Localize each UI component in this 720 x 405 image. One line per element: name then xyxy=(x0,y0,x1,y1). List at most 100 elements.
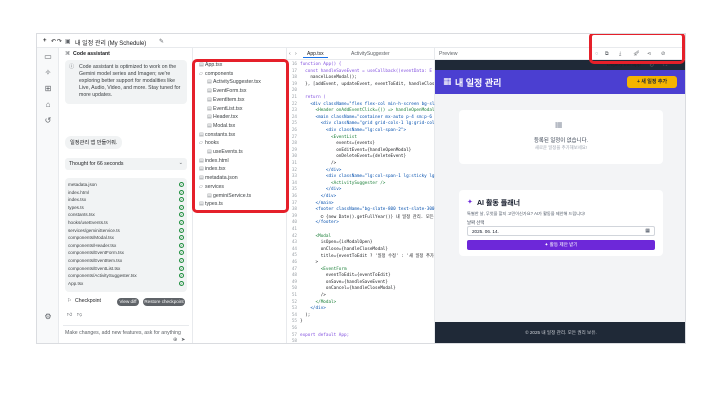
attach-icon[interactable]: ⊕ xyxy=(173,337,177,343)
check-icon: ✓ xyxy=(179,242,184,248)
changed-file-row[interactable]: components/Modal.tsx ✓ xyxy=(68,235,184,241)
code-line: /> xyxy=(300,161,337,166)
date-input[interactable]: 2025. 06. 14. ▦ xyxy=(467,226,655,236)
line-number: 58 xyxy=(291,339,297,344)
edit-title-icon[interactable]: ✎ xyxy=(159,38,164,45)
code-area[interactable]: 16 function App() {17 const handleSaveEve… xyxy=(287,62,440,344)
chevron-down-icon: ⌄ xyxy=(178,160,183,166)
code-line: <Header onAddEventClick={() => handleOpe… xyxy=(300,108,435,114)
code-line: export default App; xyxy=(300,332,350,338)
toolbar-highlight xyxy=(589,34,685,64)
suggest-activity-button[interactable]: ✦ 활동 제안 받기 xyxy=(467,240,655,250)
view-diff-button[interactable]: View diff xyxy=(117,298,139,306)
code-line: onClose={handleCloseModal} xyxy=(300,246,388,252)
code-line: eventToEdit={eventToEdit} xyxy=(300,273,391,279)
undo-icon[interactable]: ↶ xyxy=(51,38,56,45)
empty-title: 등록된 일정이 없습니다. xyxy=(533,138,589,144)
changed-file-row[interactable]: components/ActivitySuggester.tsx ✓ xyxy=(68,273,184,279)
checkpoint-icon: ⚐ xyxy=(67,298,72,304)
date-picker-icon[interactable]: ▦ xyxy=(645,228,650,234)
changed-file-row[interactable]: components/EventList.tsx ✓ xyxy=(68,265,184,272)
stream-icon[interactable]: ✧ xyxy=(43,68,53,78)
chat-icon[interactable]: ▭ xyxy=(43,52,53,62)
app-footer: © 2025 내 일정 관리. 모든 권리 보유. xyxy=(435,322,685,343)
line-number: 55 xyxy=(291,319,297,325)
check-icon: ✓ xyxy=(179,212,184,218)
project-title: 내 일정 관리 (My Schedule) xyxy=(75,41,147,47)
check-icon: ✓ xyxy=(179,197,184,203)
build-icon[interactable]: ⌂ xyxy=(43,100,53,110)
prompt-input[interactable]: Make changes, add new features, ask for … xyxy=(63,325,189,343)
code-line: </div> xyxy=(300,187,342,193)
changed-file-row[interactable]: hooks/useEvents.ts ✓ xyxy=(68,220,184,226)
prompt-placeholder: Make changes, add new features, ask for … xyxy=(65,330,181,336)
changed-file-row[interactable]: constants.tsx ✓ xyxy=(68,212,184,218)
changed-file-row[interactable]: App.tsx ✓ xyxy=(68,280,184,287)
project-icon: ▣ xyxy=(65,39,71,45)
line-number: 42 xyxy=(291,233,297,239)
check-icon: ✓ xyxy=(179,182,184,187)
check-icon: ✓ xyxy=(179,189,184,195)
file-tree-highlight xyxy=(192,59,289,213)
changed-file-row[interactable]: index.tsx ✓ xyxy=(68,197,184,203)
calendar-icon: ▦ xyxy=(443,76,452,86)
line-number: 57 xyxy=(291,332,297,338)
code-line: isOpen={isModalOpen} xyxy=(300,240,373,246)
event-list-card: ▦ 등록된 일정이 없습니다. 새로운 일정을 추가해보세요! xyxy=(459,110,663,164)
changed-file-label: components/Header.tsx xyxy=(68,242,117,248)
code-line: ); xyxy=(300,312,311,318)
sparkle-icon: ✦ xyxy=(467,199,473,206)
thumbs-up-icon[interactable]: 👍︎ xyxy=(67,312,72,318)
left-rail: ▭ ✧ ⊞ ⌂ ↺ ⚙ xyxy=(37,48,59,343)
code-line: const handleSaveEvent = useCallback((eve… xyxy=(300,68,432,74)
code-line: onCancel={handleCloseModal} xyxy=(300,286,396,292)
add-event-button[interactable]: + 새 일정 추가 xyxy=(627,76,677,88)
code-line: }, [addEvent, updateEvent, eventToEdit, … xyxy=(300,81,435,87)
tab-label: ActivitySuggester xyxy=(351,51,390,57)
code-line: return ( xyxy=(300,95,326,100)
ai-planner-desc: 특별한 날, 무엇을 할지 고민이신가요? AI가 활동을 제안해 드립니다! xyxy=(467,211,586,216)
assistant-header: Code assistant xyxy=(73,51,110,57)
checkpoint-label: Checkpoint xyxy=(75,298,101,304)
code-line: function App() { xyxy=(300,62,342,67)
code-line: </div> xyxy=(300,194,337,199)
changed-file-label: App.tsx xyxy=(68,280,84,286)
changed-file-row[interactable]: components/Header.tsx ✓ xyxy=(68,242,184,249)
changed-file-label: components/EventForm.tsx xyxy=(68,250,124,256)
check-icon: ✓ xyxy=(179,250,184,256)
changed-file-row[interactable]: services/geminiService.ts ✓ xyxy=(68,227,184,234)
redo-icon[interactable]: ↷ xyxy=(57,38,62,45)
generate-icon[interactable]: ⊞ xyxy=(43,84,53,94)
changed-file-row[interactable]: index.html ✓ xyxy=(68,189,184,196)
app-body: ▦ 등록된 일정이 없습니다. 새로운 일정을 추가해보세요! ✦ AI 활동 … xyxy=(435,94,685,322)
changed-file-row[interactable]: metadata.json ✓ xyxy=(68,182,184,188)
changed-file-label: hooks/useEvents.ts xyxy=(68,220,108,225)
line-number: 48 xyxy=(291,273,297,279)
tab-scroll-left-icon[interactable]: ‹ xyxy=(289,51,291,57)
changed-file-label: services/geminiService.ts xyxy=(68,227,120,233)
line-number: 41 xyxy=(291,227,297,232)
app-title: 내 일정 관리 xyxy=(455,78,502,88)
add-icon[interactable]: + xyxy=(43,38,47,44)
thumbs-down-icon[interactable]: 👎︎ xyxy=(77,312,82,318)
check-icon: ✓ xyxy=(179,204,184,210)
check-icon: ✓ xyxy=(179,258,184,263)
code-line: onEditEvent={handleOpenModal} xyxy=(300,147,412,153)
date-value: 2025. 06. 14. xyxy=(472,229,499,234)
changed-file-row[interactable]: types.ts ✓ xyxy=(68,204,184,211)
changed-file-row[interactable]: components/EventForm.tsx ✓ xyxy=(68,250,184,256)
restore-checkpoint-button[interactable]: Restore checkpoint xyxy=(143,298,185,306)
settings-icon[interactable]: ⚙ xyxy=(43,312,53,322)
editor-tabs: ‹ › App.tsx ActivitySuggester xyxy=(287,48,435,60)
changed-file-row[interactable]: components/EventItem.tsx ✓ xyxy=(68,258,184,264)
line-number: 56 xyxy=(291,326,297,331)
check-icon: ✓ xyxy=(179,280,184,286)
tab-activity-suggester[interactable]: ActivitySuggester xyxy=(347,50,394,58)
tab-app-tsx[interactable]: App.tsx xyxy=(303,50,328,58)
thought-toggle[interactable]: Thought for 66 seconds ⌄ xyxy=(65,158,187,170)
assistant-icon: ⌘ xyxy=(65,51,71,57)
send-icon[interactable]: ➤ xyxy=(181,337,185,343)
history-icon[interactable]: ↺ xyxy=(43,116,53,126)
code-line: <Modal xyxy=(300,233,332,239)
tab-scroll-right-icon[interactable]: › xyxy=(295,51,297,57)
